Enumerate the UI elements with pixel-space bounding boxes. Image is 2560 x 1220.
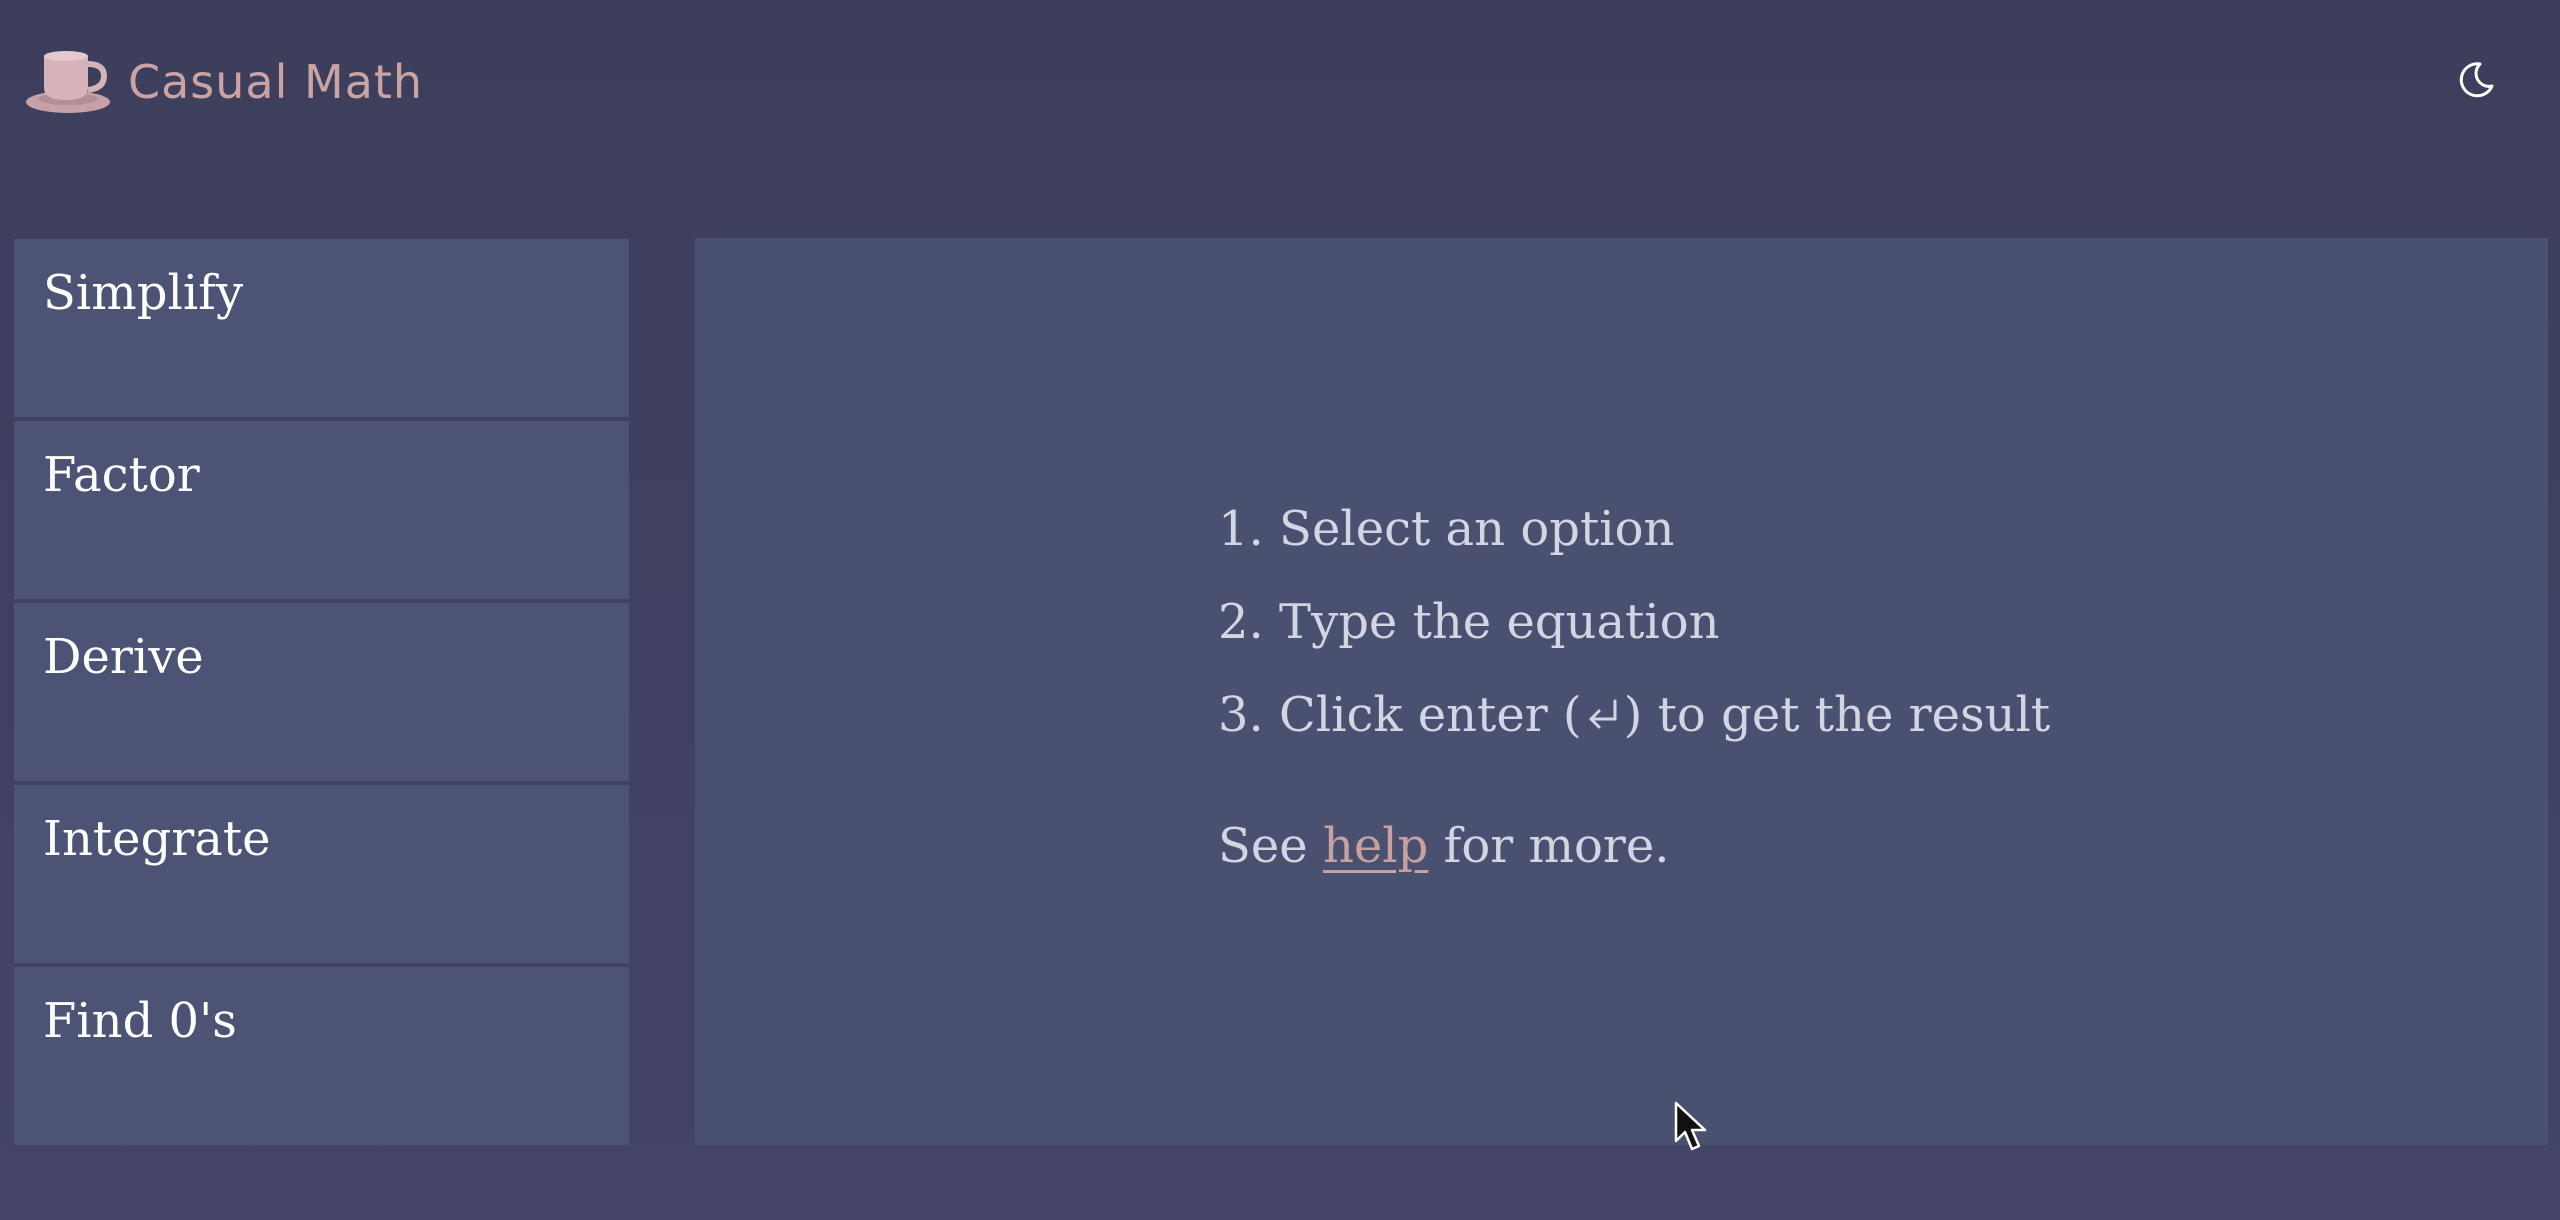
menu-item-integrate[interactable]: Integrate [14, 785, 629, 963]
teacup-icon [26, 51, 110, 113]
mouse-cursor-icon [1674, 1101, 1707, 1151]
menu-item-derive[interactable]: Derive [14, 603, 629, 781]
moon-icon[interactable] [2454, 58, 2498, 102]
menu-item-factor[interactable]: Factor [14, 421, 629, 599]
step-type-equation: 2. Type the equation [1218, 594, 1720, 650]
step-click-enter-before: 3. Click enter ( [1218, 687, 1582, 743]
help-link[interactable]: help [1323, 818, 1428, 874]
step-select-option: 1. Select an option [1218, 501, 1675, 557]
see-suffix: for more. [1428, 818, 1670, 874]
see-prefix: See [1218, 818, 1323, 874]
step-click-enter-after: ) to get the result [1623, 687, 2051, 743]
main-panel: 1. Select an option 2. Type the equation… [695, 238, 2548, 1145]
menu-item-simplify[interactable]: Simplify [14, 239, 629, 417]
enter-return-icon [1589, 699, 1617, 729]
brand[interactable]: Casual Math [24, 46, 423, 118]
operation-menu: Simplify Factor Derive Integrate Find 0'… [14, 239, 629, 1149]
see-more-text: See help for more. [1218, 816, 2050, 876]
menu-item-find-zeros[interactable]: Find 0's [14, 967, 629, 1145]
instructions: 1. Select an option 2. Type the equation… [1218, 499, 2050, 876]
app-header: Casual Math [0, 0, 2560, 165]
step-click-enter: 3. Click enter ( ) to get the result [1218, 685, 2050, 778]
app-title: Casual Math [128, 55, 424, 109]
